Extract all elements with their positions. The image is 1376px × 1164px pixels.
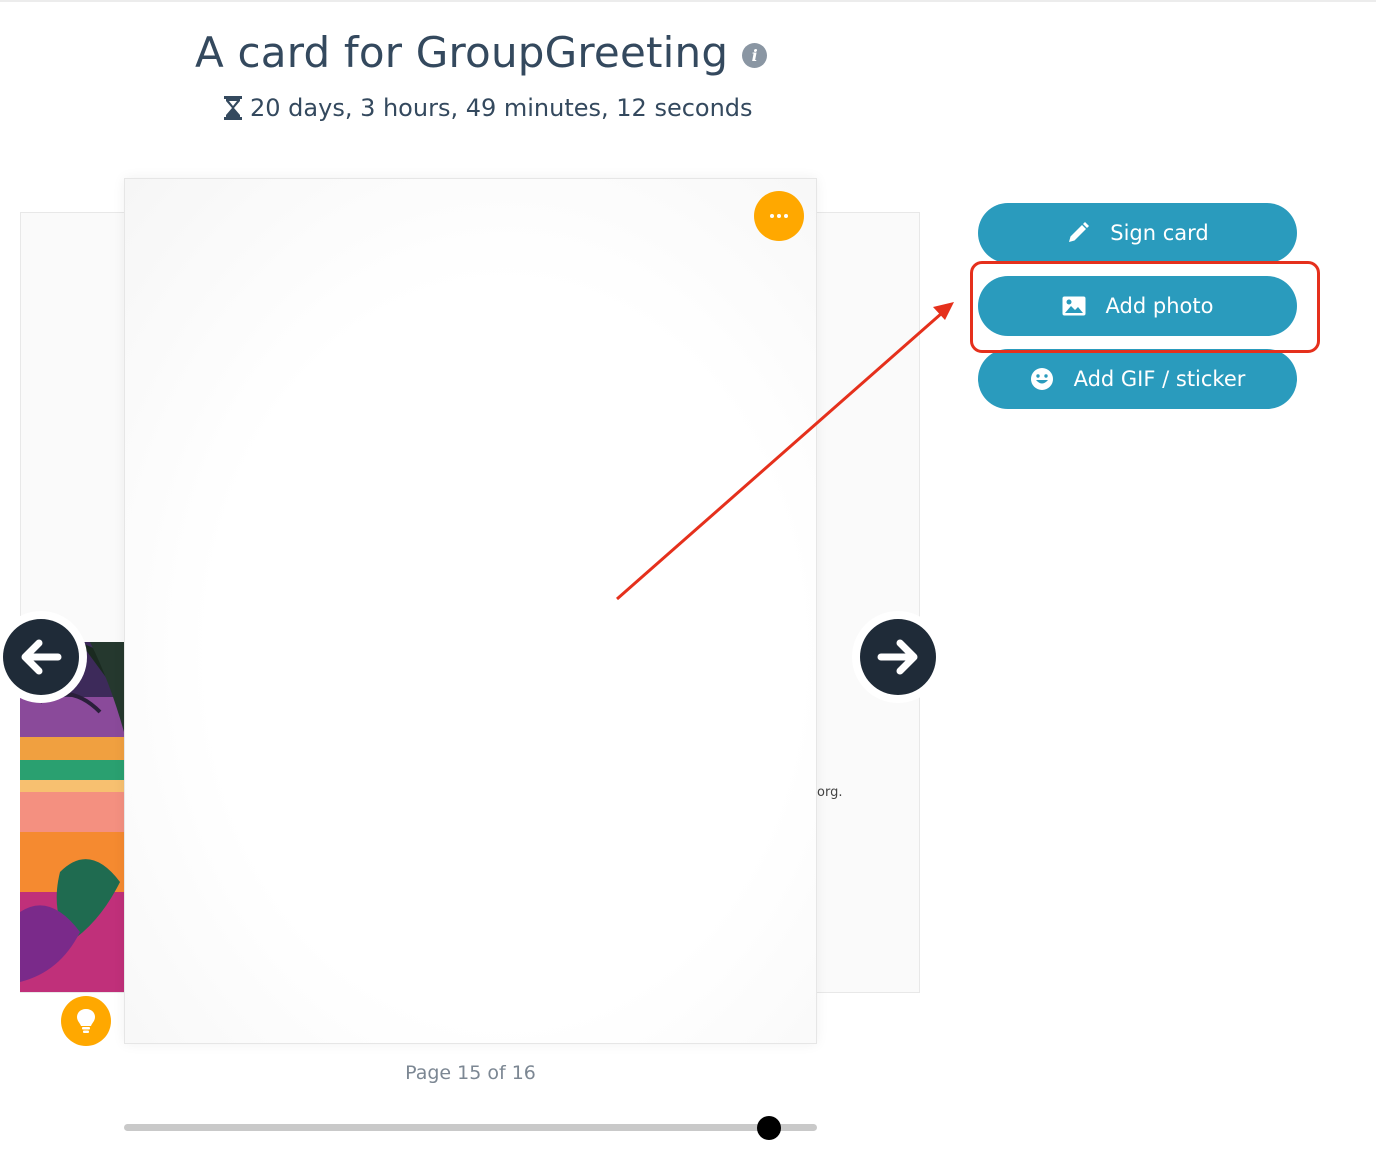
arrow-right-icon: [877, 639, 918, 675]
page-slider-track[interactable]: [124, 1124, 817, 1131]
hourglass-icon: [224, 96, 242, 120]
countdown: 20 days, 3 hours, 49 minutes, 12 seconds: [222, 92, 753, 124]
countdown-text: 20 days, 3 hours, 49 minutes, 12 seconds: [250, 94, 753, 122]
back-page-text: org.: [817, 785, 843, 800]
smiley-icon: [1030, 367, 1054, 391]
ellipsis-icon: [770, 214, 788, 218]
arrow-left-icon: [21, 639, 62, 675]
next-page-button[interactable]: [852, 611, 944, 703]
page-menu-button[interactable]: [754, 191, 804, 241]
pencil-icon: [1066, 221, 1090, 245]
info-circle-icon[interactable]: i: [742, 42, 768, 68]
annotation-highlight-box: [970, 261, 1320, 353]
add-gif-sticker-button[interactable]: Add GIF / sticker: [978, 349, 1297, 409]
sign-card-label: Sign card: [1110, 221, 1209, 245]
page-indicator: Page 15 of 16: [405, 1062, 536, 1084]
tip-button[interactable]: [61, 996, 111, 1046]
add-gif-sticker-label: Add GIF / sticker: [1073, 367, 1246, 391]
page-slider-thumb[interactable]: [757, 1116, 781, 1140]
top-divider: [0, 0, 1376, 2]
title-row: A card for GroupGreeting i: [195, 24, 768, 80]
lightbulb-icon: [77, 1009, 95, 1033]
card-page-front[interactable]: [124, 178, 817, 1044]
page-title: A card for GroupGreeting: [195, 27, 729, 77]
sign-card-button[interactable]: Sign card: [978, 203, 1297, 263]
